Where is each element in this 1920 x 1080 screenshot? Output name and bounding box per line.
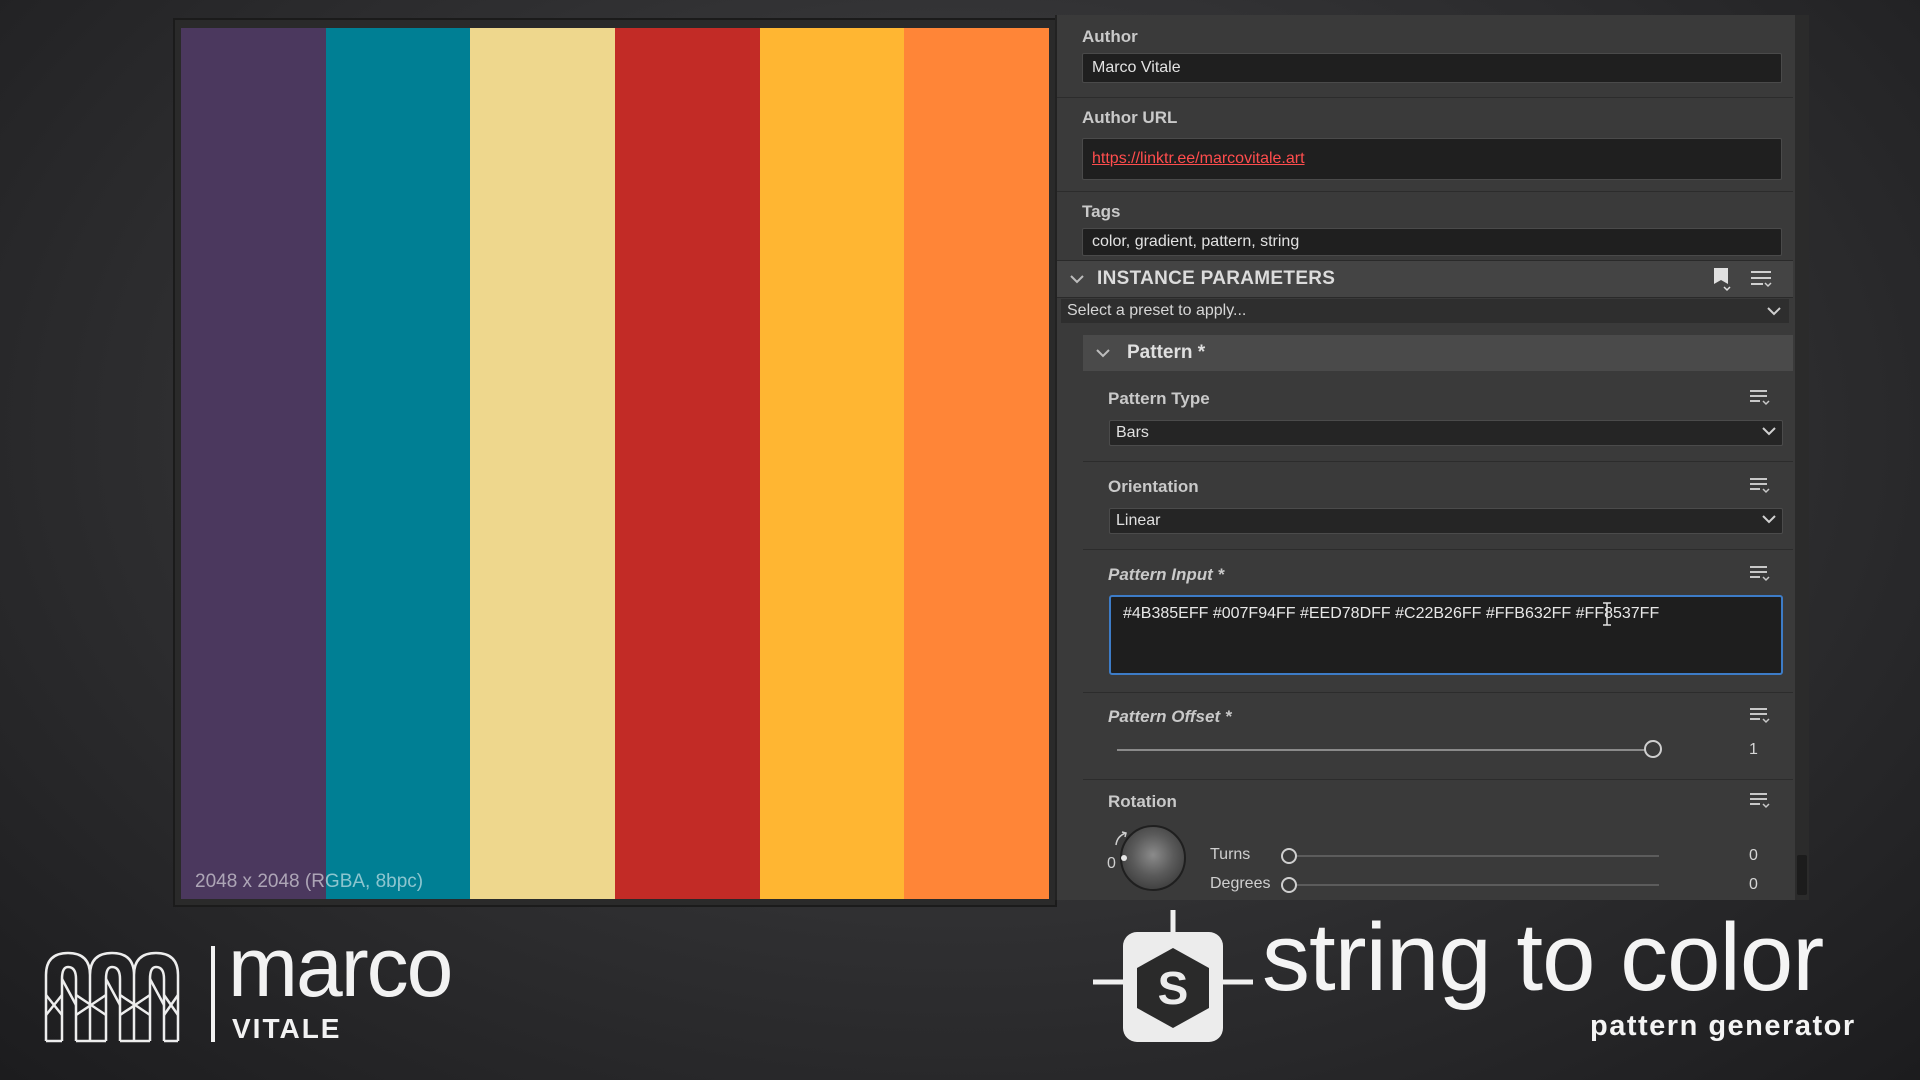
- pattern-type-dropdown[interactable]: Bars: [1109, 420, 1783, 446]
- instance-parameters-header[interactable]: INSTANCE PARAMETERS: [1057, 260, 1793, 298]
- menu-list-icon[interactable]: [1749, 565, 1771, 583]
- pattern-offset-slider-knob[interactable]: [1644, 740, 1662, 758]
- author-label: Author: [1082, 27, 1138, 46]
- divider: [1057, 97, 1793, 98]
- rotation-dial-marker: [1121, 855, 1127, 861]
- color-bar: [904, 28, 1050, 899]
- pattern-input-label: Pattern Input *: [1108, 565, 1225, 584]
- pattern-offset-label: Pattern Offset *: [1108, 707, 1232, 726]
- product-subtitle: pattern generator: [1590, 1010, 1856, 1042]
- panel-scrollbar-thumb[interactable]: [1797, 855, 1807, 895]
- pattern-type-label: Pattern Type: [1108, 389, 1210, 408]
- rotation-dial-value: 0: [1107, 855, 1116, 872]
- menu-list-icon[interactable]: [1749, 792, 1771, 810]
- orientation-value: Linear: [1116, 512, 1161, 529]
- turns-slider[interactable]: [1289, 855, 1659, 857]
- menu-list-icon[interactable]: [1749, 477, 1771, 495]
- color-bar: [759, 28, 905, 899]
- turns-value[interactable]: 0: [1749, 847, 1758, 865]
- brand-surname: VITALE: [232, 1013, 342, 1044]
- menu-list-icon[interactable]: [1749, 707, 1771, 725]
- pattern-group-title: Pattern *: [1127, 342, 1206, 363]
- author-url-field[interactable]: https://linktr.ee/marcovitale.art: [1082, 138, 1782, 180]
- pattern-input-textarea[interactable]: [1109, 595, 1783, 675]
- chevron-down-icon: [1762, 515, 1776, 524]
- color-bar: [181, 28, 326, 899]
- tags-label: Tags: [1082, 202, 1121, 221]
- preset-select-placeholder: Select a preset to apply...: [1067, 302, 1247, 319]
- preset-select[interactable]: Select a preset to apply...: [1061, 299, 1789, 323]
- pattern-offset-value[interactable]: 1: [1749, 741, 1758, 759]
- author-url-link[interactable]: https://linktr.ee/marcovitale.art: [1092, 150, 1305, 168]
- orientation-dropdown[interactable]: Linear: [1109, 508, 1783, 534]
- author-field[interactable]: Marco Vitale: [1082, 53, 1782, 83]
- pattern-group-header[interactable]: Pattern *: [1083, 335, 1793, 371]
- color-bars: [181, 28, 1050, 899]
- turns-slider-knob[interactable]: [1281, 848, 1297, 864]
- substance-logo: S: [1093, 910, 1253, 1042]
- degrees-value[interactable]: 0: [1749, 876, 1758, 894]
- chevron-down-icon: [1767, 307, 1781, 316]
- divider: [1083, 461, 1793, 462]
- chevron-down-icon[interactable]: [1095, 348, 1111, 358]
- degrees-slider-knob[interactable]: [1281, 877, 1297, 893]
- degrees-slider[interactable]: [1289, 884, 1659, 886]
- orientation-label: Orientation: [1108, 477, 1199, 496]
- divider: [1057, 191, 1793, 192]
- product-title: string to color: [1262, 904, 1824, 1011]
- monogram-logo: [44, 951, 180, 1043]
- color-bar: [615, 28, 760, 899]
- color-bar: [470, 28, 616, 899]
- svg-text:S: S: [1158, 962, 1189, 1014]
- menu-list-icon[interactable]: [1749, 389, 1771, 407]
- rotation-label: Rotation: [1108, 792, 1177, 811]
- properties-panel: Author Marco Vitale Author URL https://l…: [1055, 15, 1809, 900]
- chevron-down-icon: [1762, 427, 1776, 436]
- text-cursor-icon: [1603, 602, 1611, 626]
- menu-list-icon[interactable]: [1749, 269, 1773, 289]
- resolution-label: 2048 x 2048 (RGBA, 8bpc): [195, 871, 424, 892]
- preset-save-icon[interactable]: [1711, 266, 1733, 292]
- pattern-type-value: Bars: [1116, 424, 1149, 441]
- brand-separator: [211, 946, 215, 1042]
- brand-name: marco: [228, 920, 453, 1014]
- rotation-arrow-icon: [1115, 831, 1127, 846]
- texture-viewport[interactable]: 2048 x 2048 (RGBA, 8bpc): [173, 18, 1057, 907]
- tags-field[interactable]: color, gradient, pattern, string: [1082, 228, 1782, 256]
- chevron-down-icon[interactable]: [1069, 274, 1085, 284]
- divider: [1083, 779, 1793, 780]
- turns-label: Turns: [1210, 846, 1251, 863]
- degrees-label: Degrees: [1210, 875, 1271, 892]
- panel-scrollbar[interactable]: [1795, 15, 1809, 900]
- divider: [1083, 549, 1793, 550]
- author-url-label: Author URL: [1082, 108, 1178, 127]
- divider: [1083, 692, 1793, 693]
- instance-parameters-title: INSTANCE PARAMETERS: [1097, 268, 1336, 289]
- color-bar: [325, 28, 471, 899]
- pattern-offset-slider[interactable]: [1117, 749, 1653, 751]
